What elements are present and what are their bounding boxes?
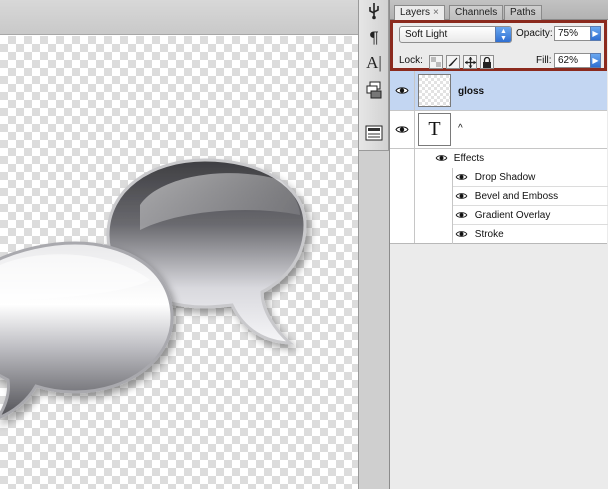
visibility-toggle[interactable] — [390, 71, 415, 110]
navigator-icon[interactable] — [363, 122, 385, 144]
close-icon[interactable]: × — [433, 7, 439, 18]
opacity-label: Opacity: — [516, 28, 553, 39]
layer-thumbnail — [418, 74, 451, 107]
eye-icon — [395, 126, 409, 133]
tab-paths[interactable]: Paths — [504, 5, 542, 20]
layer-row-gloss[interactable]: gloss — [390, 71, 607, 111]
layer-name: gloss — [458, 86, 485, 97]
effects-label: Effects — [453, 153, 485, 164]
layers-panel: Layers × Channels Paths Soft Light ▲ ▼ Opa… — [389, 0, 608, 489]
opacity-field[interactable]: 75% — [554, 26, 591, 41]
dock-background — [358, 151, 389, 489]
blend-mode-select[interactable]: Soft Light ▲ ▼ — [399, 26, 512, 43]
speech-bubbles-artwork — [0, 158, 307, 419]
document-canvas-area[interactable] — [0, 0, 358, 489]
effect-label: Bevel and Emboss — [474, 191, 559, 202]
eye-icon[interactable] — [455, 211, 468, 219]
opacity-value: 75% — [558, 28, 579, 39]
fill-value: 62% — [558, 55, 579, 66]
front-bubble — [0, 241, 174, 419]
effect-label: Stroke — [474, 229, 504, 240]
blend-mode-value: Soft Light — [405, 29, 448, 40]
tab-layers[interactable]: Layers × — [394, 5, 445, 21]
lock-position-move-icon[interactable] — [463, 55, 477, 69]
eye-icon[interactable] — [455, 192, 468, 200]
eye-icon[interactable] — [455, 173, 468, 181]
lock-image-brush-icon[interactable] — [446, 55, 460, 69]
visibility-toggle[interactable] — [390, 111, 415, 148]
tab-paths-label: Paths — [510, 7, 536, 18]
effects-list: Drop Shadow Bevel and Emboss Gradient Ov… — [452, 168, 608, 244]
character-glyph: A| — [366, 53, 382, 72]
layer-options-highlight: Soft Light ▲ ▼ Opacity: 75% ▶ Lock: Fill… — [390, 20, 607, 71]
usb-icon[interactable] — [363, 0, 385, 22]
effect-label: Drop Shadow — [474, 172, 536, 183]
opacity-slider-arrow-icon[interactable]: ▶ — [590, 26, 601, 41]
tab-layers-label: Layers — [400, 7, 431, 18]
text-layer-thumbnail: T — [418, 113, 451, 146]
character-icon[interactable]: A| — [363, 52, 385, 74]
effects-spacer — [390, 149, 415, 243]
eye-icon — [395, 87, 409, 94]
eye-icon[interactable] — [455, 230, 468, 238]
effect-item[interactable]: Stroke — [453, 225, 608, 244]
layer-name: ^ — [458, 123, 463, 134]
lock-transparency-icon[interactable] — [429, 55, 443, 69]
fill-field[interactable]: 62% — [554, 53, 591, 68]
eye-icon[interactable] — [435, 154, 448, 162]
chevron-updown-icon: ▲ ▼ — [495, 27, 511, 42]
fill-slider-arrow-icon[interactable]: ▶ — [590, 53, 601, 68]
tab-channels[interactable]: Channels — [449, 5, 504, 20]
paragraph-icon[interactable]: ¶ — [363, 26, 385, 48]
layers-empty-area — [390, 244, 607, 489]
layer-row-text[interactable]: T ^ — [390, 111, 607, 149]
lock-all-padlock-icon[interactable] — [480, 55, 494, 69]
fill-label: Fill: — [536, 55, 552, 66]
effect-label: Gradient Overlay — [474, 210, 551, 221]
effect-item[interactable]: Drop Shadow — [453, 168, 608, 187]
effects-group: Effects Drop Shadow Bevel and Emboss Gra… — [390, 149, 608, 244]
lock-label: Lock: — [399, 55, 423, 66]
paragraph-glyph: ¶ — [368, 27, 380, 47]
effects-header[interactable]: Effects — [435, 149, 484, 168]
text-layer-glyph: T — [428, 118, 441, 140]
tab-channels-label: Channels — [455, 7, 498, 18]
layer-comps-icon[interactable] — [363, 79, 385, 101]
panel-tab-bar: Layers × Channels Paths — [390, 0, 608, 21]
panel-dock-strip: ¶ A| — [358, 0, 389, 151]
effect-item[interactable]: Bevel and Emboss — [453, 187, 608, 206]
effect-item[interactable]: Gradient Overlay — [453, 206, 608, 225]
